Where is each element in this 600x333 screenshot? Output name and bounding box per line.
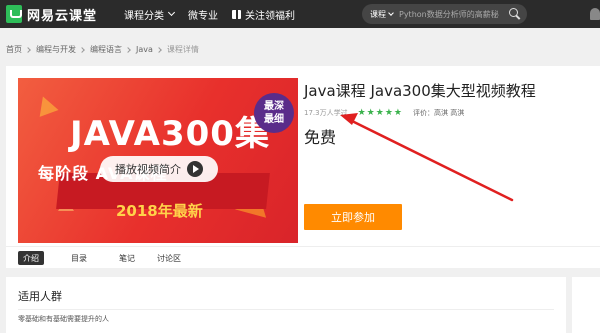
play-icon xyxy=(187,161,203,177)
join-button[interactable]: 立即参加 xyxy=(304,204,402,230)
gift-icon xyxy=(232,9,241,19)
tab-intro[interactable]: 介绍 xyxy=(18,251,44,265)
breadcrumb-home[interactable]: 首页 xyxy=(6,44,22,55)
site-logo[interactable]: 网易云课堂 xyxy=(6,4,97,24)
chevron-right-icon xyxy=(25,46,31,53)
logo-icon xyxy=(6,5,22,23)
search-input[interactable] xyxy=(399,9,499,19)
search-icon[interactable] xyxy=(509,8,521,20)
nav-follow-benefits-label: 关注领福利 xyxy=(245,10,295,22)
logo-text: 网易云课堂 xyxy=(27,8,98,24)
star-icon: ★ xyxy=(393,107,402,118)
course-banner[interactable]: JAVA300集 最深 最细 每阶段 AVA课程 2018年最新 播放视频简介 xyxy=(18,78,298,243)
play-intro-button[interactable]: 播放视频简介 xyxy=(100,156,218,182)
search-box: 课程 xyxy=(362,4,527,24)
star-icon: ★ xyxy=(384,107,393,118)
course-meta: 17.3万人学过 ★ ★ ★ ★ ★ 评价：高淇 高淇 xyxy=(304,108,464,118)
notification-icon[interactable] xyxy=(590,8,600,20)
nav-micro-major[interactable]: 微专业 xyxy=(188,6,218,22)
breadcrumb-programming[interactable]: 编程与开发 xyxy=(36,44,76,55)
search-category-label: 课程 xyxy=(370,9,386,19)
tab-notes[interactable]: 笔记 xyxy=(114,251,140,265)
breadcrumb: 首页 编程与开发 编程语言 Java 课程详情 xyxy=(6,44,199,55)
breadcrumb-current: 课程详情 xyxy=(166,45,199,54)
top-nav-bar: 网易云课堂 课程分类 微专业 关注领福利 课程 xyxy=(0,0,600,28)
divider xyxy=(18,309,554,310)
play-intro-label: 播放视频简介 xyxy=(115,163,181,176)
badge-line-2: 最细 xyxy=(264,114,284,125)
chevron-right-icon xyxy=(125,46,131,53)
banner-badge: 最深 最细 xyxy=(254,93,294,133)
course-tabs: 介绍 目录 笔记 讨论区 xyxy=(6,246,600,268)
course-price: 免费 xyxy=(304,128,337,147)
breadcrumb-languages[interactable]: 编程语言 xyxy=(90,44,122,55)
tab-catalog[interactable]: 目录 xyxy=(66,251,92,265)
banner-year-text: 2018年最新 xyxy=(116,202,203,220)
banner-headline: JAVA300集 xyxy=(70,114,270,154)
tab-discussion[interactable]: 讨论区 xyxy=(152,251,186,265)
breadcrumb-java[interactable]: Java xyxy=(136,45,153,54)
nav-course-category[interactable]: 课程分类 xyxy=(124,6,176,22)
star-icon: ★ xyxy=(366,107,375,118)
rating-text[interactable]: 评价：高淇 高淇 xyxy=(413,108,464,118)
nav-follow-benefits[interactable]: 关注领福利 xyxy=(232,6,295,22)
chevron-right-icon xyxy=(156,46,162,53)
course-title: Java课程 Java300集大型视频教程 xyxy=(304,82,536,100)
decor-triangle xyxy=(33,93,59,117)
star-rating: ★ ★ ★ ★ ★ xyxy=(357,107,403,118)
search-category-select[interactable]: 课程 xyxy=(370,9,394,20)
badge-line-1: 最深 xyxy=(264,101,284,112)
nav-course-category-label: 课程分类 xyxy=(124,10,164,22)
audience-text: 零基础和有基础需要提升的人 xyxy=(18,315,109,323)
chevron-down-icon xyxy=(388,10,394,16)
course-card: JAVA300集 最深 最细 每阶段 AVA课程 2018年最新 播放视频简介 … xyxy=(6,66,600,266)
nav-micro-major-label: 微专业 xyxy=(188,10,218,22)
audience-section: 适用人群 零基础和有基础需要提升的人 xyxy=(6,277,566,333)
side-panel xyxy=(572,277,600,333)
star-icon: ★ xyxy=(357,107,366,118)
chevron-down-icon xyxy=(167,8,176,17)
learner-count: 17.3万人学过 xyxy=(304,109,348,117)
star-icon: ★ xyxy=(375,107,384,118)
audience-title: 适用人群 xyxy=(18,290,62,303)
chevron-right-icon xyxy=(79,46,85,53)
